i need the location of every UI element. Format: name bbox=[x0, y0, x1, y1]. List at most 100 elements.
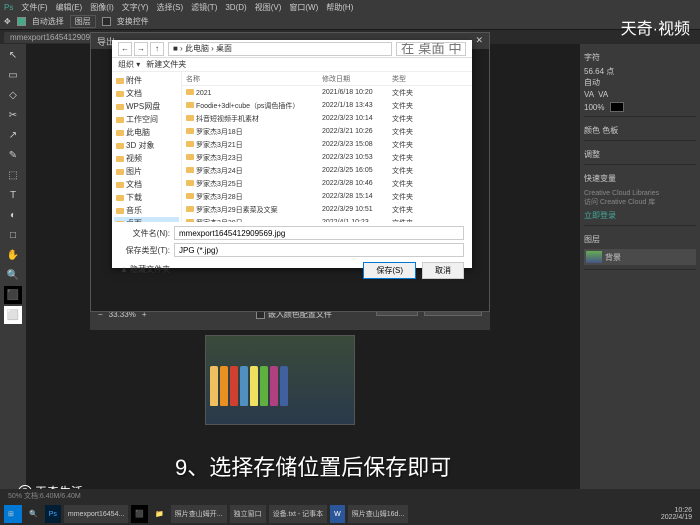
menu-view[interactable]: 视图(V) bbox=[255, 2, 282, 13]
start-button[interactable]: ⊞ bbox=[4, 505, 22, 523]
sidebar-item-此电脑[interactable]: 此电脑 bbox=[114, 126, 179, 139]
shape-tool[interactable]: ◐ bbox=[4, 206, 22, 224]
tools-panel: ↖ ▭ ◇ ✂ ↗ ✎ ⬚ T ◐ □ ✋ 🔍 ⬛ ⬜ bbox=[0, 44, 26, 509]
taskbar-item-5[interactable]: 照片查山姆16d... bbox=[348, 505, 409, 523]
folder-icon bbox=[116, 78, 124, 84]
filename-input[interactable] bbox=[174, 226, 464, 240]
taskbar-item-2[interactable]: 照片查山姆开... bbox=[171, 505, 227, 523]
crop-tool[interactable]: ✂ bbox=[4, 106, 22, 124]
bg-color[interactable]: ⬜ bbox=[4, 306, 22, 324]
clone-tool[interactable]: ⬚ bbox=[4, 166, 22, 184]
taskbar: ⊞ 🔍 Ps mmexport16454... ⬛ 📁 照片查山姆开... 独立… bbox=[0, 503, 700, 525]
file-row[interactable]: 20212021/6/18 10:20文件夹 bbox=[182, 86, 472, 99]
menu-help[interactable]: 帮助(H) bbox=[326, 2, 353, 13]
text-color-swatch[interactable] bbox=[610, 102, 624, 112]
folder-icon bbox=[116, 208, 124, 214]
sidebar-item-下载[interactable]: 下载 bbox=[114, 191, 179, 204]
layers-title: 图层 bbox=[584, 234, 696, 245]
sidebar-item-音乐[interactable]: 音乐 bbox=[114, 204, 179, 217]
eyedropper-tool[interactable]: ↗ bbox=[4, 126, 22, 144]
address-bar[interactable]: ■ › 此电脑 › 桌面 bbox=[168, 42, 392, 56]
menu-filter[interactable]: 滤镜(T) bbox=[191, 2, 217, 13]
nav-forward-icon[interactable]: → bbox=[134, 42, 148, 56]
menu-select[interactable]: 选择(S) bbox=[156, 2, 183, 13]
sidebar-item-工作空间[interactable]: 工作空间 bbox=[114, 113, 179, 126]
marquee-tool[interactable]: ▭ bbox=[4, 66, 22, 84]
layer-bg[interactable]: 背景 bbox=[605, 252, 621, 263]
kerning[interactable]: VA bbox=[584, 90, 594, 99]
organize-menu[interactable]: 组织 ▾ bbox=[118, 59, 140, 70]
font-size[interactable]: 56.64 点 bbox=[584, 66, 696, 77]
layer-dropdown[interactable]: 图层 bbox=[70, 15, 96, 28]
save-button[interactable]: 保存(S) bbox=[363, 262, 416, 279]
bottle bbox=[280, 366, 288, 406]
file-row[interactable]: 罗家杰3月29日素菜及文案2022/3/29 10:51文件夹 bbox=[182, 203, 472, 216]
leading[interactable]: 自动 bbox=[584, 77, 696, 88]
hide-folders-link[interactable]: ▲ 隐藏文件夹 bbox=[120, 264, 170, 275]
taskbar-app-explorer[interactable]: 📁 bbox=[151, 505, 168, 523]
col-date[interactable]: 修改日期 bbox=[322, 74, 392, 84]
bottle bbox=[220, 366, 228, 406]
col-type[interactable]: 类型 bbox=[392, 74, 432, 84]
tracking[interactable]: VA bbox=[598, 90, 608, 99]
search-input[interactable] bbox=[396, 42, 466, 56]
menu-image[interactable]: 图像(I) bbox=[90, 2, 114, 13]
hand-tool[interactable]: ✋ bbox=[4, 246, 22, 264]
lib-login-link[interactable]: 立即登录 bbox=[584, 210, 696, 221]
status-bar: 50% 文档:6.40M/6.40M bbox=[0, 489, 700, 503]
search-icon[interactable]: 🔍 bbox=[25, 505, 42, 523]
lasso-tool[interactable]: ◇ bbox=[4, 86, 22, 104]
export-close-icon[interactable]: ✕ bbox=[475, 35, 483, 47]
new-folder-button[interactable]: 新建文件夹 bbox=[146, 59, 186, 70]
filetype-dropdown[interactable] bbox=[174, 243, 464, 257]
sidebar-item-图片[interactable]: 图片 bbox=[114, 165, 179, 178]
cancel-button[interactable]: 取消 bbox=[422, 262, 464, 279]
rectangle-tool[interactable]: □ bbox=[4, 226, 22, 244]
taskbar-item-1[interactable]: mmexport16454... bbox=[64, 505, 128, 523]
file-row[interactable]: 罗家杰3月25日2022/3/28 10:46文件夹 bbox=[182, 177, 472, 190]
sidebar-item-文档[interactable]: 文档 bbox=[114, 87, 179, 100]
sidebar-item-WPS网盘[interactable]: WPS网盘 bbox=[114, 100, 179, 113]
file-row[interactable]: 罗家杰3月23日2022/3/23 10:53文件夹 bbox=[182, 151, 472, 164]
nav-back-icon[interactable]: ← bbox=[118, 42, 132, 56]
sidebar-item-附件[interactable]: 附件 bbox=[114, 74, 179, 87]
menu-3d[interactable]: 3D(D) bbox=[225, 3, 246, 12]
folder-icon bbox=[186, 154, 194, 160]
menu-file[interactable]: 文件(F) bbox=[21, 2, 47, 13]
file-row[interactable]: 罗家杰3月18日2022/3/21 10:26文件夹 bbox=[182, 125, 472, 138]
fg-color[interactable]: ⬛ bbox=[4, 286, 22, 304]
sidebar-item-桌面[interactable]: 桌面 bbox=[114, 217, 179, 222]
bottle bbox=[260, 366, 268, 406]
menu-window[interactable]: 窗口(W) bbox=[289, 2, 318, 13]
file-row[interactable]: 罗家杰3月30日2022/4/1 10:23文件夹 bbox=[182, 216, 472, 222]
zoom-tool[interactable]: 🔍 bbox=[4, 266, 22, 284]
taskbar-item-3[interactable]: 独立窗口 bbox=[230, 505, 266, 523]
file-row[interactable]: Foodie+3dl+cube（ps调色插件）2022/1/18 13:43文件… bbox=[182, 99, 472, 112]
taskbar-app-capcut[interactable]: ⬛ bbox=[131, 505, 148, 523]
transform-check[interactable] bbox=[102, 17, 111, 26]
menu-edit[interactable]: 编辑(E) bbox=[56, 2, 83, 13]
brush-tool[interactable]: ✎ bbox=[4, 146, 22, 164]
save-as-dialog: ← → ↑ ■ › 此电脑 › 桌面 组织 ▾ 新建文件夹 附件文档WPS网盘工… bbox=[112, 40, 472, 268]
move-tool-icon: ✥ bbox=[4, 17, 11, 26]
lib-hint1: Creative Cloud Libraries bbox=[584, 190, 696, 197]
taskbar-item-4[interactable]: 设备.txt - 记事本 bbox=[269, 505, 328, 523]
type-tool[interactable]: T bbox=[4, 186, 22, 204]
system-clock[interactable]: 10:26 2022/4/19 bbox=[661, 507, 696, 521]
folder-icon bbox=[116, 91, 124, 97]
layer-thumb[interactable] bbox=[586, 251, 602, 263]
col-name[interactable]: 名称 bbox=[182, 74, 322, 84]
auto-select-check[interactable] bbox=[17, 17, 26, 26]
sidebar-item-视频[interactable]: 视频 bbox=[114, 152, 179, 165]
file-row[interactable]: 罗家杰3月24日2022/3/25 16:05文件夹 bbox=[182, 164, 472, 177]
file-row[interactable]: 罗家杰3月21日2022/3/23 15:08文件夹 bbox=[182, 138, 472, 151]
taskbar-app-word[interactable]: W bbox=[330, 505, 345, 523]
nav-up-icon[interactable]: ↑ bbox=[150, 42, 164, 56]
file-row[interactable]: 罗家杰3月28日2022/3/28 15:14文件夹 bbox=[182, 190, 472, 203]
taskbar-app-ps[interactable]: Ps bbox=[45, 505, 61, 523]
sidebar-item-文档[interactable]: 文档 bbox=[114, 178, 179, 191]
move-tool[interactable]: ↖ bbox=[4, 46, 22, 64]
menu-text[interactable]: 文字(Y) bbox=[122, 2, 149, 13]
file-row[interactable]: 抖音短视频手机素材2022/3/23 10:14文件夹 bbox=[182, 112, 472, 125]
sidebar-item-3D 对象[interactable]: 3D 对象 bbox=[114, 139, 179, 152]
